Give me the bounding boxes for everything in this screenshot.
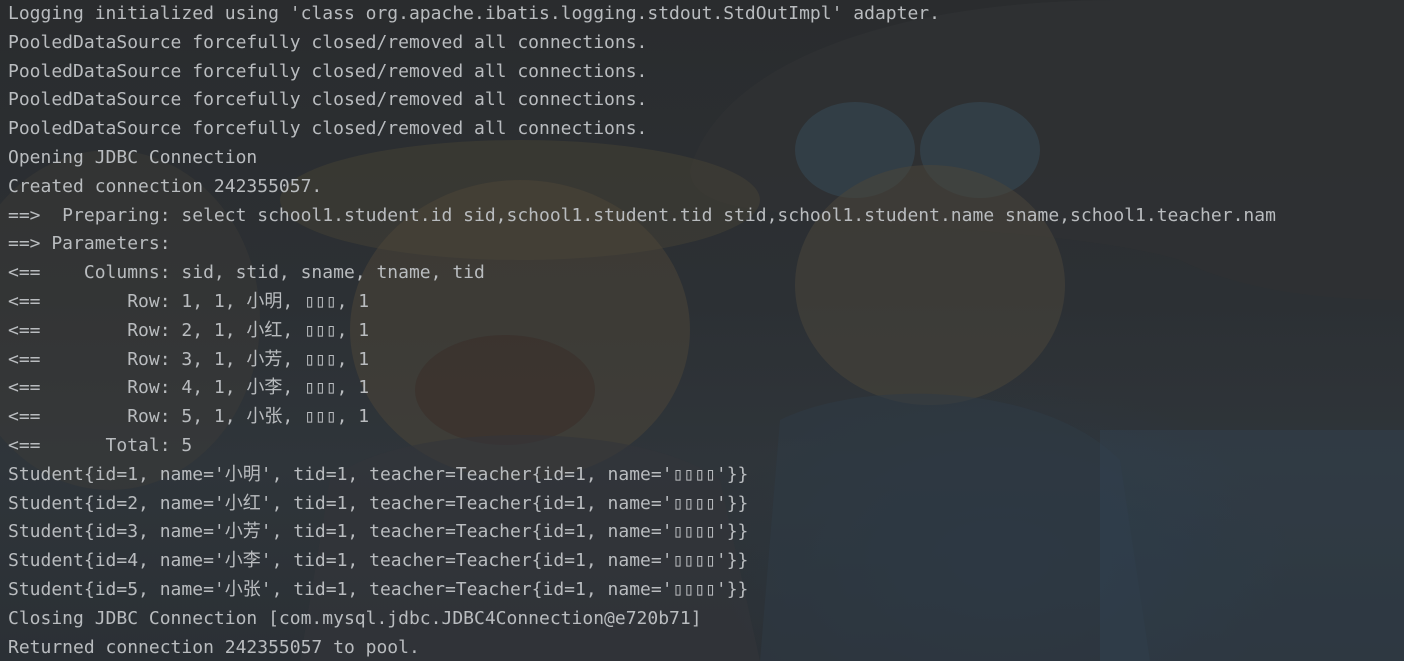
log-line: Opening JDBC Connection — [8, 146, 258, 168]
log-line: <== Row: 2, 1, 小红, ▯▯▯, 1 — [8, 319, 370, 341]
log-line: Student{id=5, name='小张', tid=1, teacher=… — [8, 578, 749, 600]
log-line: Student{id=2, name='小红', tid=1, teacher=… — [8, 492, 749, 514]
log-line: PooledDataSource forcefully closed/remov… — [8, 60, 648, 82]
log-line: <== Row: 3, 1, 小芳, ▯▯▯, 1 — [8, 348, 370, 370]
console-output-panel[interactable]: Logging initialized using 'class org.apa… — [0, 0, 1404, 661]
log-line: Logging initialized using 'class org.apa… — [8, 3, 940, 24]
log-line: Student{id=3, name='小芳', tid=1, teacher=… — [8, 521, 749, 543]
log-line: ==> Preparing: select school1.student.id… — [8, 204, 1276, 226]
log-line: <== Row: 1, 1, 小明, ▯▯▯, 1 — [8, 290, 370, 312]
log-line: Closing JDBC Connection [com.mysql.jdbc.… — [8, 607, 702, 629]
log-line: Returned connection 242355057 to pool. — [8, 636, 420, 658]
log-line: <== Row: 5, 1, 小张, ▯▯▯, 1 — [8, 406, 370, 428]
log-line: <== Row: 4, 1, 小李, ▯▯▯, 1 — [8, 377, 370, 399]
log-line: <== Columns: sid, stid, sname, tname, ti… — [8, 262, 485, 284]
log-line: Student{id=1, name='小明', tid=1, teacher=… — [8, 463, 749, 485]
log-line: Student{id=4, name='小李', tid=1, teacher=… — [8, 550, 749, 572]
log-line: <== Total: 5 — [8, 434, 193, 456]
console-log[interactable]: Logging initialized using 'class org.apa… — [0, 0, 1404, 661]
log-line: ==> Parameters: — [8, 233, 182, 255]
log-line: Created connection 242355057. — [8, 175, 323, 197]
log-line: PooledDataSource forcefully closed/remov… — [8, 89, 648, 111]
log-line: PooledDataSource forcefully closed/remov… — [8, 31, 648, 53]
log-line: PooledDataSource forcefully closed/remov… — [8, 118, 648, 140]
